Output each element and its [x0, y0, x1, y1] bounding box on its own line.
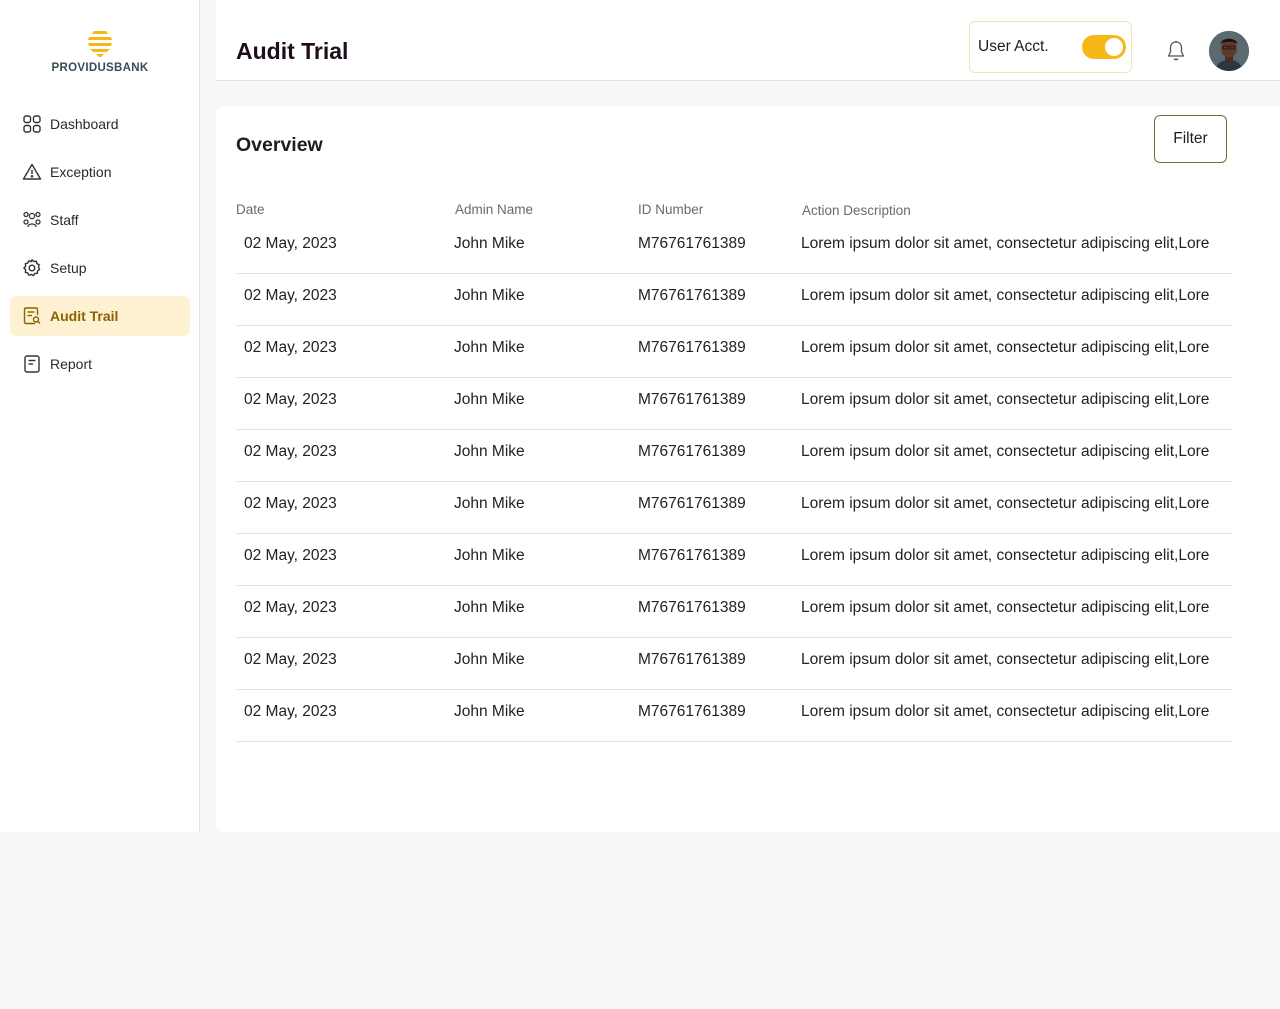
cell-date: 02 May, 2023 [244, 443, 337, 460]
brand-name: PROVIDUSBANK [51, 62, 149, 74]
table-row[interactable]: 02 May, 2023 John Mike M76761761389 Lorem i… [236, 222, 1233, 274]
page-title: Audit Trial [236, 38, 349, 64]
warning-icon [22, 162, 42, 182]
table-row[interactable]: 02 May, 2023 John Mike M76761761389 Lorem i… [236, 430, 1233, 482]
user-acct-switch[interactable]: User Acct. [969, 21, 1132, 73]
gear-icon [22, 258, 42, 278]
sidebar-item-label: Dashboard [50, 116, 119, 132]
cell-date: 02 May, 2023 [244, 235, 337, 252]
avatar[interactable] [1209, 31, 1249, 71]
sidebar-item-label: Audit Trail [50, 308, 119, 324]
bell-icon[interactable] [1166, 40, 1186, 62]
audit-icon [22, 306, 42, 326]
cell-date: 02 May, 2023 [244, 703, 337, 720]
column-header-id-number[interactable]: ID Number [638, 202, 703, 217]
cell-id-number: M76761761389 [638, 443, 746, 460]
overview-card: Overview Filter Date Admin Name ID Numbe… [216, 106, 1280, 832]
avatar-image [1209, 31, 1249, 71]
column-header-date[interactable]: Date [236, 202, 265, 217]
filter-button[interactable]: Filter [1154, 115, 1227, 163]
column-header-admin-name[interactable]: Admin Name [455, 202, 533, 217]
sidebar-item-label: Staff [50, 212, 79, 228]
sidebar-item-audit-trail[interactable]: Audit Trail [10, 296, 190, 336]
cell-date: 02 May, 2023 [244, 651, 337, 668]
providus-logo-icon [88, 31, 112, 57]
staff-icon [22, 210, 42, 230]
cell-admin-name: John Mike [454, 495, 525, 512]
cell-action-description: Lorem ipsum dolor sit amet, consectetur … [801, 495, 1210, 512]
sidebar-item-label: Exception [50, 164, 112, 180]
report-icon [22, 354, 42, 374]
cell-admin-name: John Mike [454, 391, 525, 408]
cell-id-number: M76761761389 [638, 495, 746, 512]
brand-logo[interactable]: PROVIDUSBANK [0, 28, 200, 74]
sidebar-item-setup[interactable]: Setup [10, 248, 190, 288]
user-acct-toggle[interactable] [1082, 35, 1126, 59]
sidebar-item-exception[interactable]: Exception [10, 152, 190, 192]
cell-action-description: Lorem ipsum dolor sit amet, consectetur … [801, 703, 1210, 720]
cell-action-description: Lorem ipsum dolor sit amet, consectetur … [801, 651, 1210, 668]
cell-id-number: M76761761389 [638, 339, 746, 356]
sidebar-item-label: Report [50, 356, 93, 372]
cell-date: 02 May, 2023 [244, 599, 337, 616]
table-row[interactable]: 02 May, 2023 John Mike M76761761389 Lorem i… [236, 274, 1233, 326]
cell-id-number: M76761761389 [638, 287, 746, 304]
table-row[interactable]: 02 May, 2023 John Mike M76761761389 Lorem i… [236, 638, 1233, 690]
top-header: Audit Trial User Acct. [216, 0, 1280, 81]
dashboard-icon [22, 114, 42, 134]
table-row[interactable]: 02 May, 2023 John Mike M76761761389 Lorem i… [236, 534, 1233, 586]
cell-action-description: Lorem ipsum dolor sit amet, consectetur … [801, 339, 1210, 356]
cell-id-number: M76761761389 [638, 703, 746, 720]
cell-id-number: M76761761389 [638, 235, 746, 252]
cell-date: 02 May, 2023 [244, 391, 337, 408]
cell-action-description: Lorem ipsum dolor sit amet, consectetur … [801, 391, 1210, 408]
cell-id-number: M76761761389 [638, 391, 746, 408]
cell-date: 02 May, 2023 [244, 547, 337, 564]
cell-action-description: Lorem ipsum dolor sit amet, consectetur … [801, 599, 1210, 616]
cell-admin-name: John Mike [454, 547, 525, 564]
table-row[interactable]: 02 May, 2023 John Mike M76761761389 Lorem i… [236, 586, 1233, 638]
sidebar-item-dashboard[interactable]: Dashboard [10, 104, 190, 144]
table-row[interactable]: 02 May, 2023 John Mike M76761761389 Lorem i… [236, 482, 1233, 534]
cell-admin-name: John Mike [454, 339, 525, 356]
cell-admin-name: John Mike [454, 235, 525, 252]
sidebar-item-staff[interactable]: Staff [10, 200, 190, 240]
cell-admin-name: John Mike [454, 599, 525, 616]
cell-date: 02 May, 2023 [244, 287, 337, 304]
toggle-knob [1105, 38, 1123, 56]
cell-date: 02 May, 2023 [244, 339, 337, 356]
overview-title: Overview [236, 134, 323, 156]
table-header: Date Admin Name ID Number Action Descrip… [236, 198, 1233, 222]
cell-admin-name: John Mike [454, 443, 525, 460]
cell-date: 02 May, 2023 [244, 495, 337, 512]
cell-id-number: M76761761389 [638, 547, 746, 564]
cell-action-description: Lorem ipsum dolor sit amet, consectetur … [801, 547, 1210, 564]
sidebar-item-report[interactable]: Report [10, 344, 190, 384]
cell-action-description: Lorem ipsum dolor sit amet, consectetur … [801, 287, 1210, 304]
audit-table: Date Admin Name ID Number Action Descrip… [236, 198, 1233, 742]
cell-id-number: M76761761389 [638, 651, 746, 668]
cell-admin-name: John Mike [454, 651, 525, 668]
cell-action-description: Lorem ipsum dolor sit amet, consectetur … [801, 235, 1210, 252]
cell-action-description: Lorem ipsum dolor sit amet, consectetur … [801, 443, 1210, 460]
table-row[interactable]: 02 May, 2023 John Mike M76761761389 Lorem i… [236, 326, 1233, 378]
table-row[interactable]: 02 May, 2023 John Mike M76761761389 Lorem i… [236, 378, 1233, 430]
cell-admin-name: John Mike [454, 287, 525, 304]
user-acct-label: User Acct. [978, 38, 1049, 55]
column-header-action-description[interactable]: Action Description [802, 203, 911, 218]
sidebar-nav: Dashboard Exception Staff Setup Audit Tr… [10, 104, 190, 392]
cell-id-number: M76761761389 [638, 599, 746, 616]
sidebar: PROVIDUSBANK Dashboard Exception Staff S… [0, 0, 200, 832]
table-body: 02 May, 2023 John Mike M76761761389 Lorem i… [236, 222, 1233, 742]
sidebar-item-label: Setup [50, 260, 87, 276]
table-row[interactable]: 02 May, 2023 John Mike M76761761389 Lorem i… [236, 690, 1233, 742]
cell-admin-name: John Mike [454, 703, 525, 720]
